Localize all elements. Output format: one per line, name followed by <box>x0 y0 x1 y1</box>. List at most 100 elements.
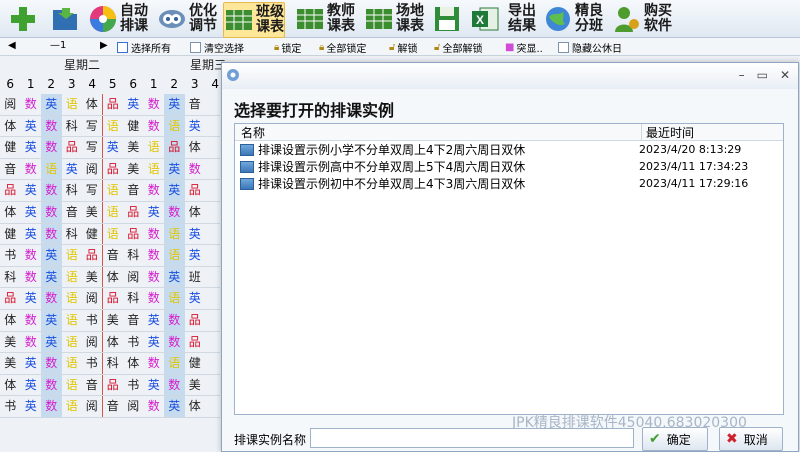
timetable-cell[interactable]: 体 <box>0 116 21 137</box>
timetable-cell[interactable]: 体 <box>185 396 206 417</box>
timetable-cell[interactable]: 数 <box>41 396 62 417</box>
auto-schedule-button[interactable]: 自动 排课 <box>88 2 148 36</box>
timetable-cell[interactable]: 英 <box>21 202 42 223</box>
prev-arrow-icon[interactable]: ◀ <box>8 40 16 51</box>
timetable-cell[interactable]: 英 <box>144 202 165 223</box>
timetable-cell[interactable]: 语 <box>164 115 185 137</box>
timetable-cell[interactable]: 语 <box>62 94 83 115</box>
timetable-cell[interactable]: 英 <box>21 353 42 374</box>
instance-name-input[interactable] <box>310 428 634 448</box>
timetable-cell[interactable]: 音 <box>82 374 103 396</box>
timetable-cell[interactable]: 英 <box>164 158 185 180</box>
timetable-cell[interactable]: 健 <box>123 116 144 137</box>
timetable-cell[interactable]: 品 <box>103 375 124 396</box>
timetable-cell[interactable]: 英 <box>185 245 206 266</box>
timetable-cell[interactable]: 数 <box>144 224 165 245</box>
timetable-cell[interactable]: 数 <box>144 353 165 374</box>
timetable-cell[interactable]: 语 <box>62 396 83 417</box>
timetable-cell[interactable]: 数 <box>144 245 165 266</box>
timetable-cell[interactable]: 数 <box>144 180 165 201</box>
timetable-cell[interactable]: 品 <box>185 180 206 201</box>
timetable-cell[interactable]: 体 <box>82 94 103 115</box>
timetable-cell[interactable]: 数 <box>41 201 62 223</box>
timetable-cell[interactable]: 英 <box>41 331 62 353</box>
timetable-cell[interactable]: 健 <box>0 137 21 158</box>
timetable-cell[interactable]: 数 <box>164 374 185 396</box>
timetable-cell[interactable]: 品 <box>0 180 21 201</box>
timetable-cell[interactable]: 阅 <box>123 267 144 288</box>
timetable-cell[interactable]: 英 <box>62 159 83 180</box>
timetable-cell[interactable]: 英 <box>21 375 42 396</box>
timetable-cell[interactable]: 体 <box>0 310 21 331</box>
timetable-cell[interactable]: 科 <box>103 353 124 374</box>
timetable-cell[interactable]: 英 <box>144 375 165 396</box>
timetable-cell[interactable]: 健 <box>185 353 206 374</box>
timetable-cell[interactable]: 英 <box>21 224 42 245</box>
timetable-grid[interactable]: 阅数英语体品英数英音体英数科写语健数语英健英数品写英美语品体音数语英阅品美语英数… <box>0 94 220 418</box>
timetable-cell[interactable]: 数 <box>21 159 42 180</box>
timetable-cell[interactable]: 音 <box>103 396 124 417</box>
timetable-cell[interactable]: 英 <box>21 137 42 158</box>
timetable-cell[interactable]: 数 <box>41 137 62 158</box>
timetable-cell[interactable]: 美 <box>82 201 103 223</box>
timetable-cell[interactable]: 写 <box>82 137 103 158</box>
timetable-cell[interactable]: 语 <box>62 245 83 266</box>
timetable-cell[interactable]: 品 <box>0 288 21 309</box>
timetable-cell[interactable]: 数 <box>164 309 185 331</box>
timetable-cell[interactable]: 品 <box>103 94 124 115</box>
timetable-cell[interactable]: 语 <box>144 159 165 180</box>
timetable-cell[interactable]: 体 <box>123 353 144 374</box>
list-item[interactable]: 排课设置示例高中不分单双周上5下4周六周日双休 2023/4/11 17:34:2… <box>235 158 783 175</box>
timetable-cell[interactable]: 英 <box>185 288 206 309</box>
unlock-button[interactable]: 🔓︎ 解锁 <box>389 40 417 55</box>
timetable-cell[interactable]: 品 <box>82 245 103 266</box>
timetable-cell[interactable]: 体 <box>103 332 124 353</box>
timetable-cell[interactable]: 美 <box>0 332 21 353</box>
timetable-cell[interactable]: 数 <box>41 180 62 201</box>
timetable-cell[interactable]: 英 <box>185 224 206 245</box>
minimize-icon[interactable]: – <box>739 68 745 82</box>
timetable-cell[interactable]: 音 <box>185 94 206 115</box>
timetable-cell[interactable]: 体 <box>185 137 206 158</box>
timetable-cell[interactable]: 英 <box>123 94 144 115</box>
timetable-cell[interactable]: 英 <box>41 266 62 288</box>
timetable-cell[interactable]: 品 <box>123 202 144 223</box>
timetable-cell[interactable]: 美 <box>103 310 124 331</box>
timetable-cell[interactable]: 书 <box>123 375 144 396</box>
timetable-cell[interactable]: 音 <box>0 159 21 180</box>
clear-selection-checkbox[interactable]: 清空选择 <box>190 40 244 55</box>
timetable-cell[interactable]: 品 <box>164 137 185 158</box>
timetable-cell[interactable]: 语 <box>62 288 83 309</box>
timetable-cell[interactable]: 体 <box>103 267 124 288</box>
timetable-cell[interactable]: 阅 <box>0 94 21 115</box>
export-results-button[interactable]: 导出 结果 <box>506 2 536 36</box>
timetable-cell[interactable]: 科 <box>0 267 21 288</box>
timetable-cell[interactable]: 英 <box>21 116 42 137</box>
timetable-cell[interactable]: 健 <box>0 224 21 245</box>
timetable-cell[interactable]: 英 <box>21 396 42 417</box>
timetable-cell[interactable]: 数 <box>144 288 165 309</box>
timetable-cell[interactable]: 数 <box>164 331 185 353</box>
timetable-cell[interactable]: 数 <box>21 267 42 288</box>
timetable-cell[interactable]: 音 <box>62 202 83 223</box>
open-button[interactable] <box>50 2 80 36</box>
timetable-cell[interactable]: 语 <box>164 245 185 266</box>
timetable-cell[interactable]: 语 <box>144 137 165 158</box>
timetable-cell[interactable]: 英 <box>21 180 42 201</box>
timetable-cell[interactable]: 英 <box>144 310 165 331</box>
timetable-cell[interactable]: 数 <box>21 332 42 353</box>
timetable-cell[interactable]: 语 <box>164 353 185 374</box>
column-header-name[interactable]: 名称 <box>235 124 642 140</box>
timetable-cell[interactable]: 科 <box>62 116 83 137</box>
timetable-cell[interactable]: 英 <box>21 288 42 309</box>
timetable-cell[interactable]: 写 <box>82 115 103 137</box>
timetable-cell[interactable]: 语 <box>41 158 62 180</box>
timetable-cell[interactable]: 科 <box>123 288 144 309</box>
list-item[interactable]: 排课设置示例初中不分单双周上4下3周六周日双休 2023/4/11 17:29:1… <box>235 175 783 192</box>
timetable-cell[interactable]: 语 <box>103 116 124 137</box>
timetable-cell[interactable]: 班 <box>185 267 206 288</box>
timetable-cell[interactable]: 语 <box>164 223 185 245</box>
excel-button[interactable]: X <box>470 2 500 36</box>
timetable-cell[interactable]: 品 <box>123 224 144 245</box>
timetable-cell[interactable]: 体 <box>0 375 21 396</box>
